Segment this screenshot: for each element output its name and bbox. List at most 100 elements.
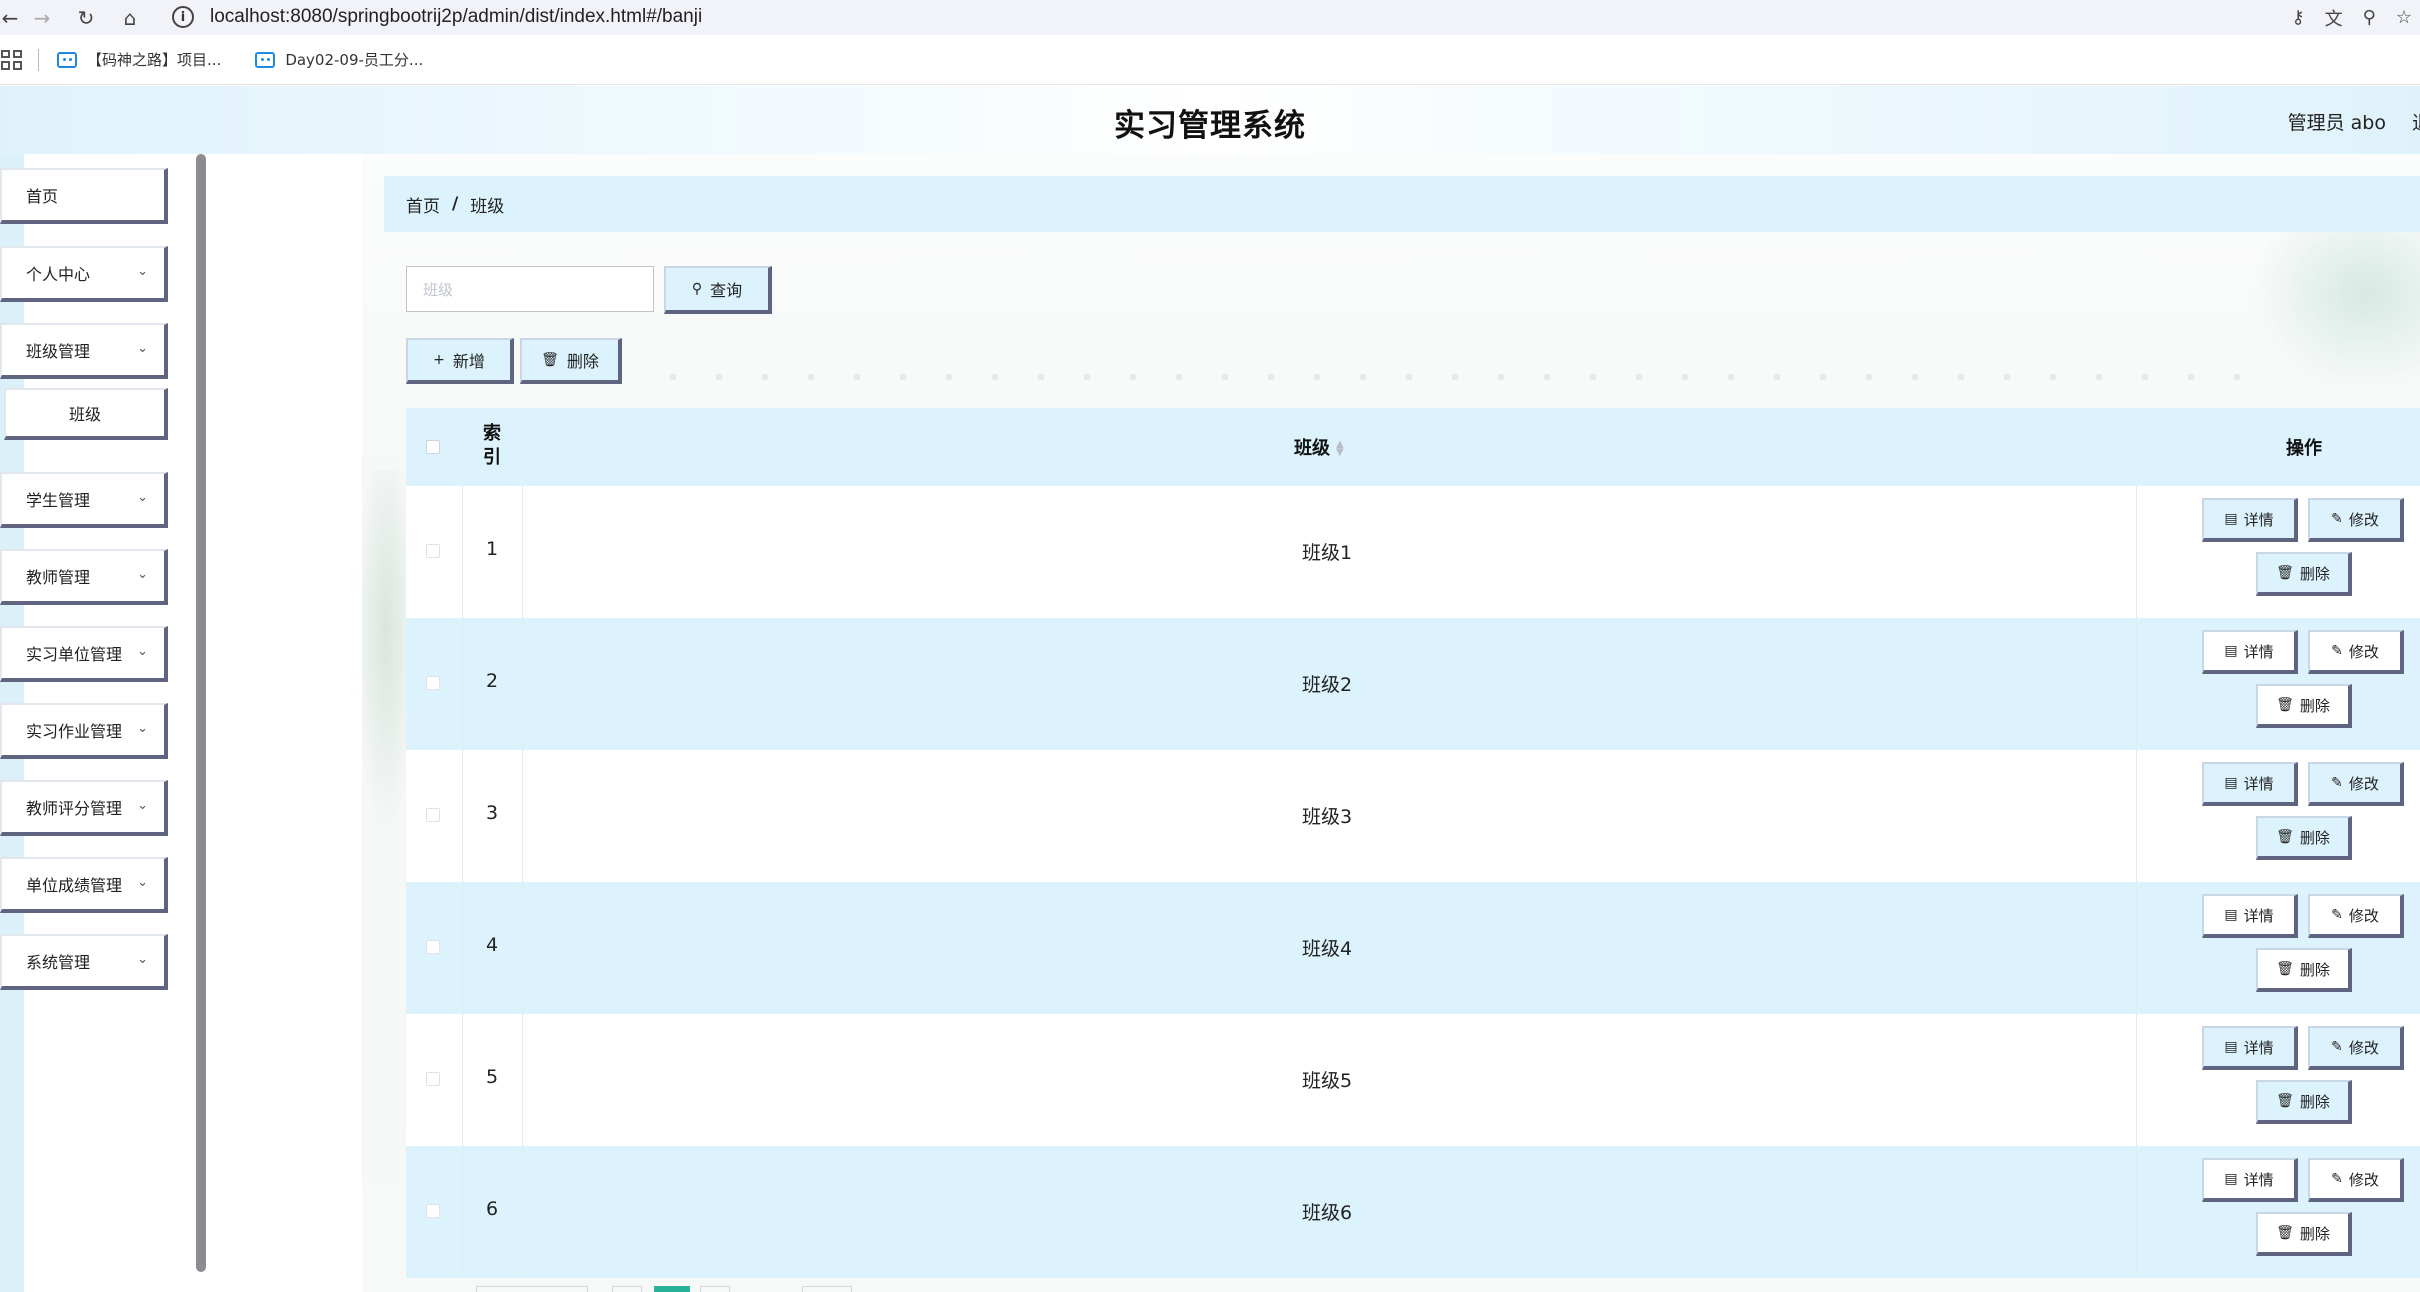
batch-delete-button[interactable]: 🗑 删除 (520, 338, 622, 384)
edit-button[interactable]: ✎ 修改 (2308, 762, 2404, 806)
zoom-icon[interactable]: ⚲ (2363, 7, 2376, 28)
sidebar-item-teacher-rating-management[interactable]: 教师评分管理 ⌄ (0, 780, 168, 836)
delete-button[interactable]: 🗑 删除 (2256, 1212, 2352, 1256)
delete-button-label: 删除 (2299, 564, 2330, 583)
trash-icon: 🗑 (2276, 1225, 2294, 1241)
sort-icon[interactable]: ▲ ▼ (1336, 440, 1344, 458)
bookmark-label: Day02-09-员工分... (285, 51, 424, 69)
sidebar-item-label: 系统管理 (26, 953, 91, 972)
pager-jump[interactable] (802, 1286, 852, 1292)
sidebar-item-label: 学生管理 (26, 491, 91, 510)
sidebar-item-student-management[interactable]: 学生管理 ⌄ (0, 472, 168, 528)
detail-button[interactable]: ▤ 详情 (2202, 894, 2298, 938)
delete-button[interactable]: 🗑 删除 (2256, 552, 2352, 596)
delete-button[interactable]: 🗑 删除 (2256, 684, 2352, 728)
delete-button-label: 删除 (2299, 696, 2330, 715)
breadcrumb-home[interactable]: 首页 (406, 192, 440, 217)
chevron-down-icon: ⌄ (137, 875, 148, 890)
row-class-name: 班级2 (1302, 674, 1353, 696)
row-checkbox[interactable] (426, 940, 440, 954)
sidebar-item-class-management[interactable]: 班级管理 ⌄ (0, 323, 168, 379)
detail-button[interactable]: ▤ 详情 (2202, 1158, 2298, 1202)
detail-button-label: 详情 (2243, 1038, 2274, 1057)
logout-link[interactable]: 退 (2412, 108, 2420, 135)
sidebar-item-teacher-management[interactable]: 教师管理 ⌄ (0, 549, 168, 605)
column-divider (2136, 1014, 2137, 1146)
edit-button[interactable]: ✎ 修改 (2308, 894, 2404, 938)
delete-button[interactable]: 🗑 删除 (2256, 816, 2352, 860)
reload-icon[interactable]: ↻ (64, 0, 108, 35)
class-search-input[interactable]: 班级 (406, 266, 654, 312)
key-icon[interactable]: ⚷ (2291, 7, 2304, 28)
delete-button-label: 删除 (566, 352, 599, 371)
sidebar-item-label: 首页 (26, 187, 59, 206)
edit-button-label: 修改 (2348, 906, 2379, 925)
column-divider (2136, 618, 2137, 750)
trash-icon: 🗑 (2276, 1093, 2294, 1109)
edit-button[interactable]: ✎ 修改 (2308, 630, 2404, 674)
breadcrumb: 首页 / 班级 (384, 176, 2420, 232)
current-user[interactable]: 管理员 abo (2288, 108, 2386, 135)
edit-button[interactable]: ✎ 修改 (2308, 1026, 2404, 1070)
row-checkbox[interactable] (426, 1072, 440, 1086)
sidebar-item-internship-homework-management[interactable]: 实习作业管理 ⌄ (0, 703, 168, 759)
row-class-name: 班级3 (1302, 806, 1353, 828)
edit-button[interactable]: ✎ 修改 (2308, 1158, 2404, 1202)
column-header-class[interactable]: 班级 ▲ ▼ (1294, 434, 1344, 460)
edit-button-label: 修改 (2348, 510, 2379, 529)
detail-button-label: 详情 (2243, 642, 2274, 661)
url-text[interactable]: localhost:8080/springbootrij2p/admin/dis… (210, 6, 702, 28)
bookmark-item[interactable]: Day02-09-员工分... (255, 49, 423, 70)
home-icon[interactable]: ⌂ (108, 0, 152, 35)
row-class-name: 班级6 (1302, 1202, 1353, 1224)
trash-icon: 🗑 (2276, 565, 2294, 581)
document-icon: ▤ (2224, 511, 2238, 527)
row-checkbox[interactable] (426, 1204, 440, 1218)
search-icon: ⚲ (691, 281, 703, 297)
column-divider (522, 750, 523, 882)
detail-button[interactable]: ▤ 详情 (2202, 762, 2298, 806)
delete-button[interactable]: 🗑 删除 (2256, 948, 2352, 992)
sidebar-item-label: 单位成绩管理 (26, 876, 123, 895)
pager-next[interactable] (700, 1286, 730, 1292)
detail-button[interactable]: ▤ 详情 (2202, 630, 2298, 674)
row-checkbox[interactable] (426, 544, 440, 558)
column-divider (462, 486, 463, 618)
row-checkbox[interactable] (426, 808, 440, 822)
search-button[interactable]: ⚲ 查询 (664, 266, 772, 314)
edit-button[interactable]: ✎ 修改 (2308, 498, 2404, 542)
sidebar-item-system-management[interactable]: 系统管理 ⌄ (0, 934, 168, 990)
row-checkbox[interactable] (426, 676, 440, 690)
sidebar-item-label: 教师评分管理 (26, 799, 123, 818)
add-button[interactable]: + 新增 (406, 338, 514, 384)
sidebar-item-home[interactable]: 首页 (0, 168, 168, 224)
apps-grid-icon[interactable] (0, 49, 22, 71)
delete-button-label: 删除 (2299, 960, 2330, 979)
pager-current-page[interactable] (654, 1286, 690, 1292)
translate-icon[interactable]: 文 (2325, 5, 2343, 31)
row-class-name: 班级5 (1302, 1070, 1353, 1092)
sidebar-subitem-class[interactable]: 班级 (4, 388, 168, 440)
back-icon[interactable]: ← (0, 0, 20, 35)
pager-prev[interactable] (612, 1286, 642, 1292)
select-all-checkbox[interactable] (426, 440, 440, 454)
edit-button-label: 修改 (2348, 774, 2379, 793)
sidebar-item-personal-center[interactable]: 个人中心 ⌄ (0, 246, 168, 302)
address-bar[interactable]: i localhost:8080/springbootrij2p/admin/d… (172, 2, 702, 32)
pencil-icon: ✎ (2331, 1171, 2343, 1187)
delete-button[interactable]: 🗑 删除 (2256, 1080, 2352, 1124)
sidebar-item-internship-unit-management[interactable]: 实习单位管理 ⌄ (0, 626, 168, 682)
row-index: 3 (485, 802, 499, 824)
column-divider (2136, 486, 2137, 618)
sidebar-scrollbar[interactable] (196, 154, 206, 1272)
bookmark-item[interactable]: 【码神之路】项目... (57, 49, 221, 70)
decorative-dots (650, 372, 2250, 382)
table-row: 6 班级6 ▤ 详情 ✎ 修改 🗑 删除 (406, 1146, 2420, 1278)
edit-button-label: 修改 (2348, 1038, 2379, 1057)
sidebar-item-unit-score-management[interactable]: 单位成绩管理 ⌄ (0, 857, 168, 913)
star-icon[interactable]: ☆ (2396, 7, 2412, 28)
forward-icon[interactable]: → (20, 0, 64, 35)
detail-button[interactable]: ▤ 详情 (2202, 1026, 2298, 1070)
site-info-icon[interactable]: i (172, 6, 194, 28)
detail-button[interactable]: ▤ 详情 (2202, 498, 2298, 542)
